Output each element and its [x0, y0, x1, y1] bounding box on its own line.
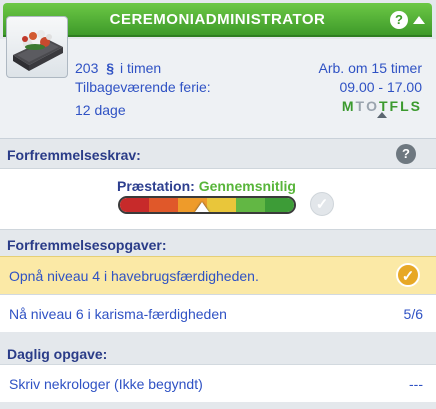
daily-task-row: Skriv nekrologer (Ikke begyndt) --- — [0, 364, 436, 402]
daily-heading: Daglig opgave: — [7, 346, 108, 362]
day-5: L — [400, 98, 411, 114]
career-panel: Ceremoniadministrator ? 203 § i timen Ti… — [0, 0, 436, 409]
today-marker — [377, 112, 387, 118]
pay-amount: 203 — [75, 60, 99, 76]
task-text: Opnå niveau 4 i havebrugsfærdigheden. — [9, 268, 259, 284]
coffin-flowers-icon — [13, 30, 63, 71]
day-6: S — [410, 98, 422, 114]
help-icon[interactable]: ? — [396, 144, 416, 164]
task-text: Skriv nekrologer (Ikke begyndt) — [9, 376, 203, 392]
simoleon-icon: § — [106, 60, 115, 76]
work-hours: 09.00 - 17.00 — [339, 79, 422, 95]
pay-unit: i timen — [119, 60, 162, 76]
day-0: M — [341, 98, 356, 114]
check-icon: ✓ — [310, 192, 334, 216]
task-text: Nå niveau 6 i karisma-færdigheden — [9, 306, 227, 322]
check-icon: ✓ — [396, 263, 420, 287]
task-row: Nå niveau 6 i karisma-færdigheden 5/6 — [0, 294, 436, 332]
task-row: Opnå niveau 4 i havebrugsfærdigheden. ✓ — [0, 256, 436, 294]
career-icon — [6, 16, 68, 78]
promotion-heading: Forfremmelseskrav: — [7, 147, 141, 163]
task-progress: 5/6 — [403, 306, 423, 322]
work-countdown: Arb. om 15 timer — [318, 60, 422, 76]
performance-label: Præstation: Gennemsnitlig — [117, 178, 296, 194]
performance-marker — [194, 202, 209, 212]
task-progress: --- — [409, 376, 423, 392]
help-icon[interactable]: ? — [390, 11, 408, 29]
vacation-label: Tilbageværende ferie: — [75, 79, 211, 95]
vacation-value: 12 dage — [75, 102, 126, 118]
day-4: F — [389, 98, 401, 114]
chevron-up-icon[interactable] — [412, 13, 426, 27]
performance-value: Gennemsnitlig — [198, 178, 296, 194]
day-1: T — [355, 98, 367, 114]
performance-caption: Præstation: — [117, 178, 195, 194]
panel-title: Ceremoniadministrator — [109, 10, 326, 28]
pay-rate: 203 § i timen — [75, 60, 161, 76]
tasks-heading: Forfremmelsesopgaver: — [7, 237, 167, 253]
